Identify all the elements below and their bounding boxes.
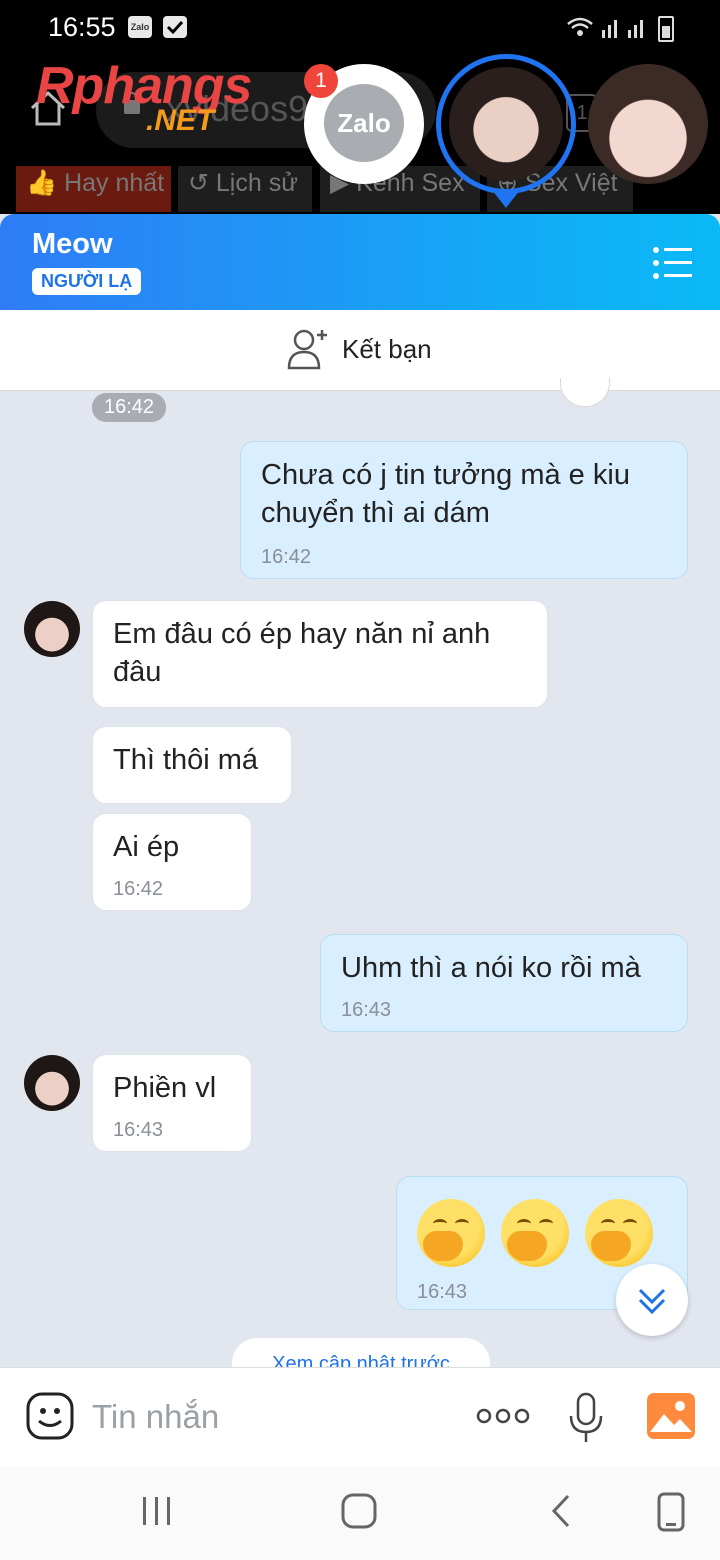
message-incoming[interactable]: Em đâu có ép hay năn nỉ anh đâu	[92, 600, 548, 708]
battery-icon	[658, 16, 674, 42]
home-button-icon[interactable]	[340, 1492, 378, 1535]
avatar	[449, 67, 563, 181]
message-time: 16:42	[261, 546, 312, 568]
message-line: đâu	[113, 656, 162, 688]
message-text: Em đâu có ép hay năn nỉ anh đâu	[113, 615, 490, 691]
contact-name[interactable]: Meow	[32, 228, 113, 261]
message-line: chuyển thì ai dám	[261, 497, 490, 529]
phone-icon[interactable]	[656, 1492, 686, 1537]
more-options-icon[interactable]	[476, 1406, 530, 1431]
site-logo: Rphangs	[36, 57, 252, 115]
timestamp-pill: 16:42	[92, 393, 167, 422]
message-time: 16:43	[113, 1119, 164, 1141]
zalo-notification-icon: Zalo	[128, 16, 152, 38]
message-text: Phiền vl	[113, 1072, 217, 1104]
message-line: Em đâu có ép hay năn nỉ anh	[113, 618, 491, 650]
unread-badge: 1	[304, 64, 338, 98]
web-tab-top[interactable]: 👍 Hay nhất	[16, 166, 171, 212]
message-incoming[interactable]: Ai ép 16:42	[92, 813, 252, 911]
sticker-icon[interactable]	[24, 1390, 76, 1447]
chat-head-other[interactable]	[588, 64, 708, 184]
message-line: Chưa có j tin tưởng mà e kiu	[261, 459, 630, 491]
microphone-icon[interactable]	[568, 1392, 604, 1449]
hand-over-mouth-emoji-icon	[585, 1199, 653, 1267]
message-text: Ai ép	[113, 831, 180, 863]
message-text: Chưa có j tin tưởng mà e kiu chuyển thì …	[261, 456, 630, 532]
wifi-signal-icon	[566, 14, 662, 45]
message-text: Uhm thì a nói ko rồi mà	[341, 952, 641, 984]
web-tab-history[interactable]: ↺ Lịch sử	[178, 166, 312, 212]
zalo-logo-icon: Zalo	[324, 84, 404, 162]
status-time: 16:55	[48, 12, 116, 42]
message-incoming[interactable]: Thì thôi má	[92, 726, 292, 804]
message-incoming[interactable]: Phiền vl 16:43	[92, 1054, 252, 1152]
back-icon[interactable]	[546, 1492, 574, 1535]
hand-over-mouth-emoji-icon	[501, 1199, 569, 1267]
site-logo-domain: .NET	[146, 104, 215, 137]
message-input[interactable]: Tin nhắn	[92, 1398, 219, 1436]
web-tab-label: Lịch sử	[215, 169, 298, 197]
gallery-icon[interactable]	[646, 1392, 696, 1445]
avatar[interactable]	[24, 601, 80, 657]
scroll-to-bottom-button[interactable]	[616, 1264, 688, 1336]
active-pointer	[492, 190, 520, 208]
message-outgoing[interactable]: Chưa có j tin tưởng mà e kiu chuyển thì …	[240, 441, 688, 579]
avatar[interactable]	[24, 1055, 80, 1111]
message-outgoing[interactable]: Uhm thì a nói ko rồi mà 16:43	[320, 934, 688, 1032]
chat-head-active[interactable]	[436, 54, 576, 194]
web-tab-label: Hay nhất	[64, 169, 165, 197]
message-list[interactable]: 16:42 Chưa có j tin tưởng mà e kiu chuyể…	[0, 391, 720, 1367]
message-text: Thì thôi má	[113, 744, 259, 776]
add-friend-label[interactable]: Kết bạn	[342, 334, 432, 365]
message-time: 16:42	[113, 878, 164, 900]
stranger-badge: NGƯỜI LẠ	[32, 268, 142, 295]
add-friend-icon	[286, 326, 332, 377]
recent-apps-icon[interactable]	[140, 1494, 174, 1533]
message-time: 16:43	[417, 1281, 468, 1303]
message-time: 16:43	[341, 999, 392, 1021]
checkbox-notification-icon	[163, 16, 187, 38]
list-menu-icon[interactable]	[652, 246, 694, 285]
hand-over-mouth-emoji-icon	[417, 1199, 485, 1267]
